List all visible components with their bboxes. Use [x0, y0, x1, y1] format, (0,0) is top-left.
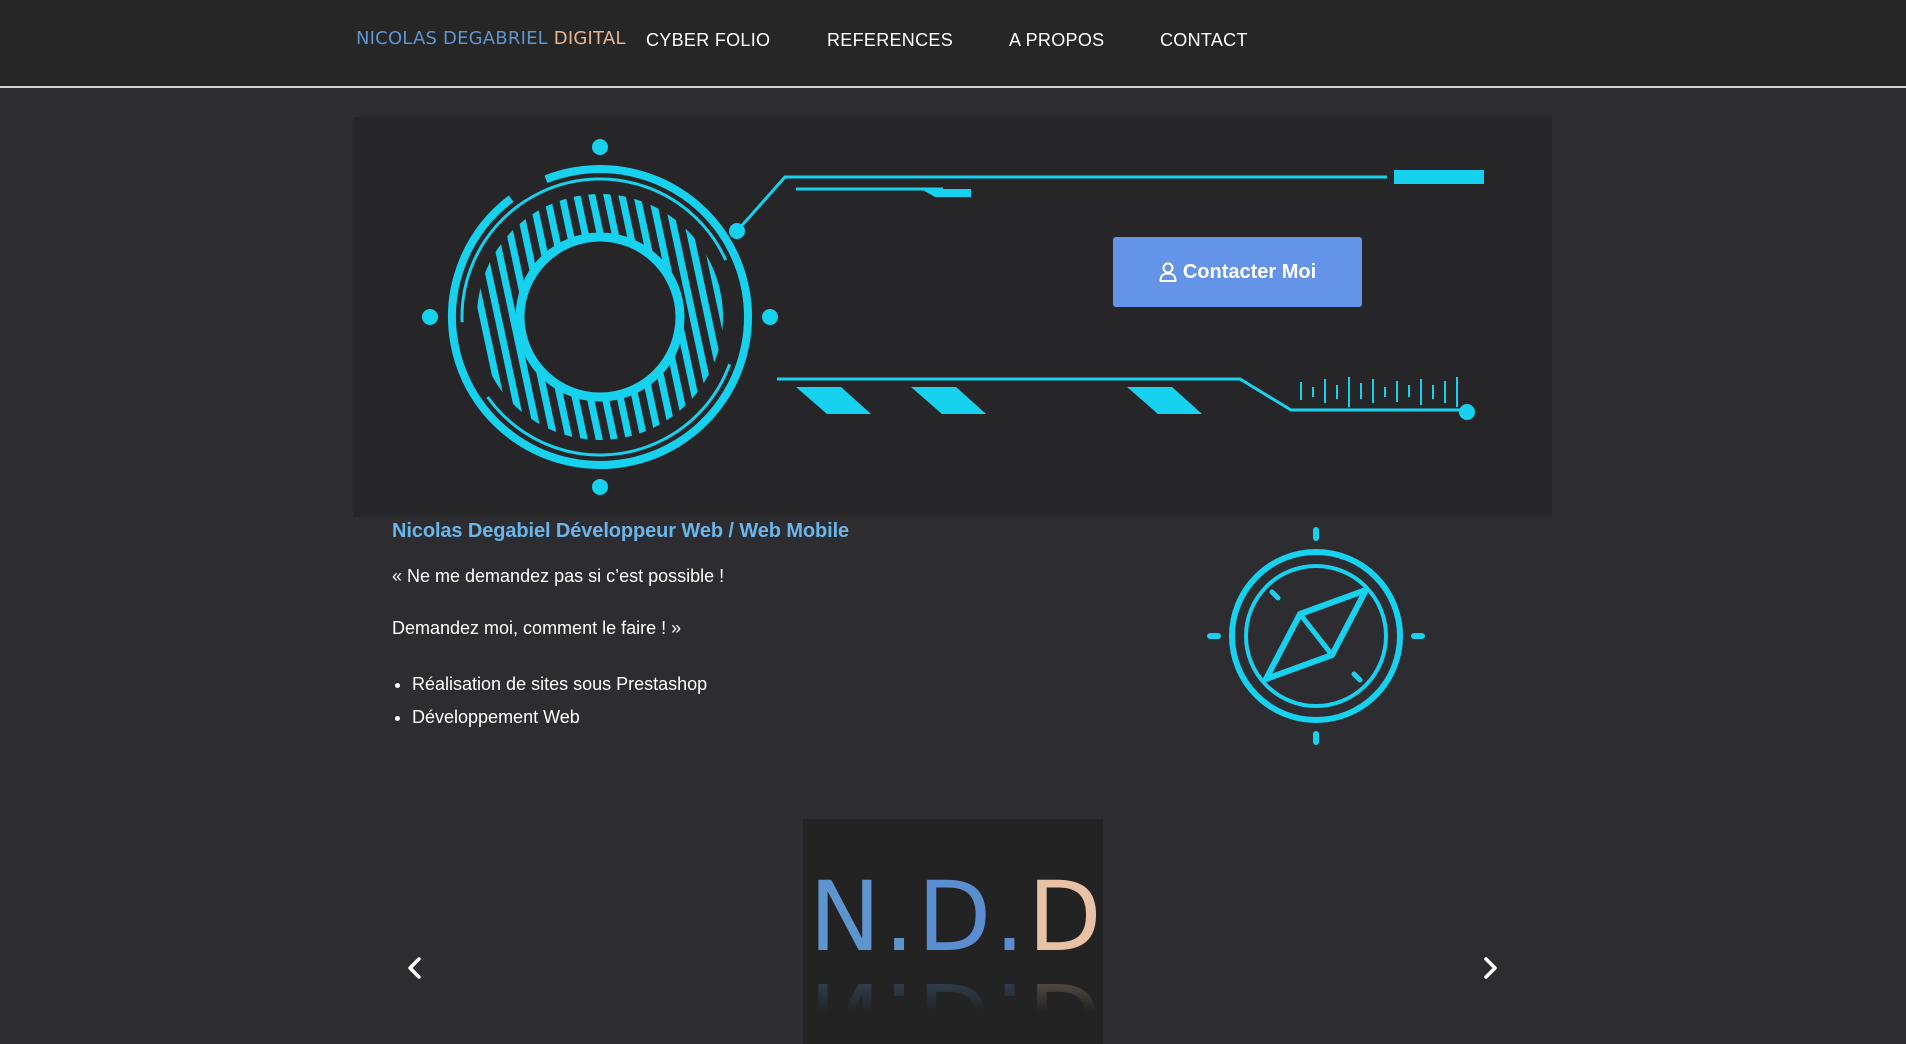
list-item: Réalisation de sites sous Prestashop: [412, 668, 707, 701]
ndd-logo-text: N.D.D.: [809, 861, 1103, 973]
nav-item-cyber-folio[interactable]: CYBER FOLIO: [646, 30, 770, 51]
chevron-left-icon[interactable]: [400, 953, 430, 983]
intro-section: Nicolas Degabiel Développeur Web / Web M…: [392, 520, 1092, 727]
nav-item-references[interactable]: REFERENCES: [827, 30, 953, 51]
ndd-logo-reflection: N.D.D.: [809, 961, 1103, 1044]
carousel-slide: N.D.D. N.D.D.: [803, 819, 1103, 1044]
compass-icon: [1207, 527, 1425, 745]
hero-banner: Contacter Moi: [353, 117, 1552, 517]
logo-digital: DIGITAL: [553, 28, 626, 49]
hud-graphic: [422, 139, 1484, 495]
nav-item-a-propos[interactable]: A PROPOS: [1009, 30, 1104, 51]
logo-name: NICOLAS DEGABRIEL: [356, 28, 548, 49]
contact-me-button[interactable]: Contacter Moi: [1113, 237, 1362, 307]
intro-quote-line-2: Demandez moi, comment le faire ! »: [392, 618, 682, 638]
intro-quote-line-1: « Ne me demandez pas si c’est possible !: [392, 566, 725, 586]
contact-me-label: Contacter Moi: [1182, 260, 1317, 283]
intro-heading: Nicolas Degabiel Développeur Web / Web M…: [392, 520, 850, 542]
site-header: NICOLAS DEGABRIEL DIGITAL CYBER FOLIO RE…: [0, 0, 1906, 88]
site-logo[interactable]: NICOLAS DEGABRIEL DIGITAL: [356, 28, 626, 49]
nav-item-contact[interactable]: CONTACT: [1160, 30, 1248, 51]
skills-list: Réalisation de sites sous Prestashop Dév…: [392, 668, 707, 734]
list-item: Développement Web: [412, 701, 707, 734]
chevron-right-icon[interactable]: [1475, 953, 1505, 983]
user-icon: [1159, 262, 1177, 282]
